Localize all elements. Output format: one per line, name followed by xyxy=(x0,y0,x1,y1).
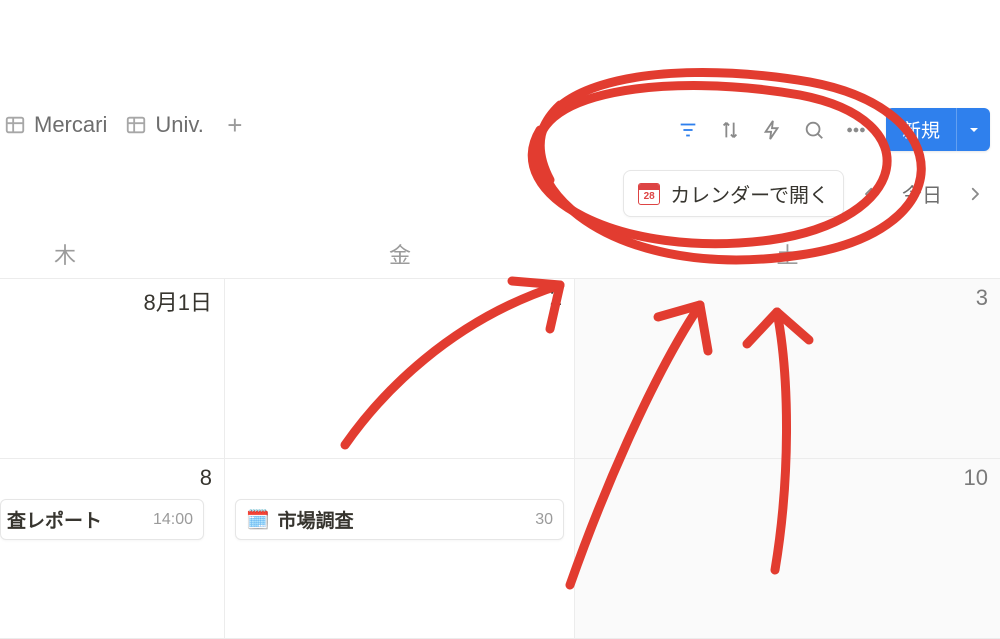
add-view-button[interactable]: + xyxy=(222,112,248,138)
calendar-icon xyxy=(638,183,660,205)
tab-label: Univ. xyxy=(155,112,204,138)
table-icon xyxy=(4,114,26,136)
filter-button[interactable] xyxy=(670,112,706,148)
event-time: 14:00 xyxy=(153,511,193,529)
prev-period-button[interactable] xyxy=(854,179,884,209)
next-period-button[interactable] xyxy=(960,179,990,209)
date-label: 10 xyxy=(964,465,988,491)
date-label: 8月1日 xyxy=(144,285,212,317)
day-cell[interactable]: 3 xyxy=(575,279,1000,459)
weekday-header: 木 金 土 xyxy=(0,230,1000,284)
calendar-grid: 8月1日 2 3 8 査レポート 14:00 🗓️ 市場調査 30 10 xyxy=(0,278,1000,639)
day-cell[interactable]: 8月1日 xyxy=(0,279,225,459)
table-icon xyxy=(125,114,147,136)
weekday-thu: 木 xyxy=(0,230,225,284)
weekday-sat: 土 xyxy=(575,230,1000,284)
event-title: 市場調査 xyxy=(278,506,526,533)
filter-icon xyxy=(677,119,699,141)
chevron-left-icon xyxy=(860,185,878,203)
open-in-calendar-label: カレンダーで開く xyxy=(670,179,829,208)
lightning-icon xyxy=(761,119,783,141)
today-button[interactable]: 今日 xyxy=(894,175,950,212)
event-emoji: 🗓️ xyxy=(246,508,270,532)
day-cell[interactable]: 8 査レポート 14:00 xyxy=(0,459,225,639)
more-button[interactable] xyxy=(838,112,874,148)
tab-label: Mercari xyxy=(34,112,107,138)
database-toolbar: 新規 xyxy=(670,108,990,151)
open-in-calendar-button[interactable]: カレンダーで開く xyxy=(623,170,844,217)
calendar-subbar: カレンダーで開く 今日 xyxy=(623,170,990,217)
day-cell[interactable]: 🗓️ 市場調査 30 xyxy=(225,459,575,639)
calendar-event[interactable]: 🗓️ 市場調査 30 xyxy=(235,499,564,540)
new-button-main[interactable]: 新規 xyxy=(886,108,956,151)
search-icon xyxy=(803,119,825,141)
calendar-event[interactable]: 査レポート 14:00 xyxy=(0,499,204,540)
tab-mercari[interactable]: Mercari xyxy=(4,112,107,138)
chevron-right-icon xyxy=(966,185,984,203)
new-button-dropdown[interactable] xyxy=(956,108,990,151)
date-label: 3 xyxy=(976,285,988,311)
sort-button[interactable] xyxy=(712,112,748,148)
day-cell[interactable]: 10 xyxy=(575,459,1000,639)
day-cell[interactable]: 2 xyxy=(225,279,575,459)
sort-icon xyxy=(719,119,741,141)
date-label: 2 xyxy=(550,285,562,311)
event-title: 査レポート xyxy=(7,506,143,533)
ellipsis-icon xyxy=(845,119,867,141)
weekday-fri: 金 xyxy=(225,230,575,284)
event-time: 30 xyxy=(535,511,553,529)
search-button[interactable] xyxy=(796,112,832,148)
tab-univ[interactable]: Univ. xyxy=(125,112,204,138)
automation-button[interactable] xyxy=(754,112,790,148)
new-button: 新規 xyxy=(886,108,990,151)
chevron-down-icon xyxy=(966,122,982,138)
date-label: 8 xyxy=(200,465,212,491)
view-tabs: Mercari Univ. + xyxy=(0,112,248,138)
